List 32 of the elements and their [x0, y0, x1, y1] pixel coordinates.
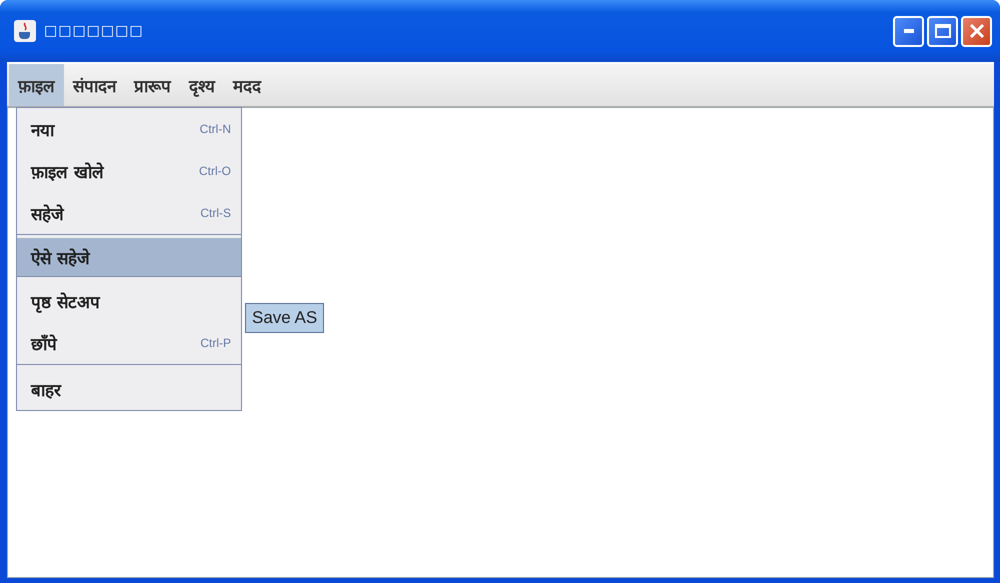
close-button[interactable]	[961, 16, 992, 46]
menu-title[interactable]: संपादन	[64, 64, 125, 106]
shortcut-text: Ctrl-P	[200, 336, 231, 350]
window-title: □□□□□□□	[44, 23, 145, 39]
menu-item[interactable]: बाहर	[17, 368, 241, 410]
menu-item-label: पृष्ठ सेटअप	[31, 292, 102, 312]
menu-item[interactable]: सहेजे Ctrl-S	[17, 192, 241, 234]
menu-item[interactable]: छाँपे Ctrl-P	[17, 322, 241, 364]
menu-item[interactable]: नया Ctrl-N	[17, 108, 241, 150]
menu-title[interactable]: दृश्य	[180, 64, 224, 106]
close-icon	[968, 23, 984, 39]
menu-item-label: ऐसे सहेजे	[31, 248, 92, 268]
menu-item-label: फ़ाइल खोले	[31, 162, 106, 182]
menu-title[interactable]: फ़ाइल	[9, 64, 64, 106]
maximize-button[interactable]	[927, 16, 958, 46]
menu-title[interactable]: मदद	[224, 64, 270, 106]
menu-item[interactable]: पृष्ठ सेटअप	[17, 280, 241, 322]
menu-item[interactable]: फ़ाइल खोले Ctrl-O	[17, 150, 241, 192]
coffee-cup-icon	[14, 20, 36, 42]
menu-item-label: नया	[31, 120, 56, 140]
shortcut-text: Ctrl-S	[200, 206, 231, 220]
menu-item-label: बाहर	[31, 380, 62, 400]
tooltip: Save AS	[245, 303, 324, 333]
menu-title[interactable]: प्रारूप	[125, 64, 180, 106]
shortcut-text: Ctrl-N	[200, 122, 231, 136]
maximize-icon	[934, 24, 950, 38]
minimize-button[interactable]	[893, 16, 924, 46]
shortcut-text: Ctrl-O	[199, 164, 231, 178]
menu-item-label: छाँपे	[31, 334, 58, 354]
menu-item[interactable]: ऐसे सहेजे	[17, 238, 241, 276]
minimize-icon	[904, 29, 914, 33]
menu-item-label: सहेजे	[31, 204, 66, 224]
